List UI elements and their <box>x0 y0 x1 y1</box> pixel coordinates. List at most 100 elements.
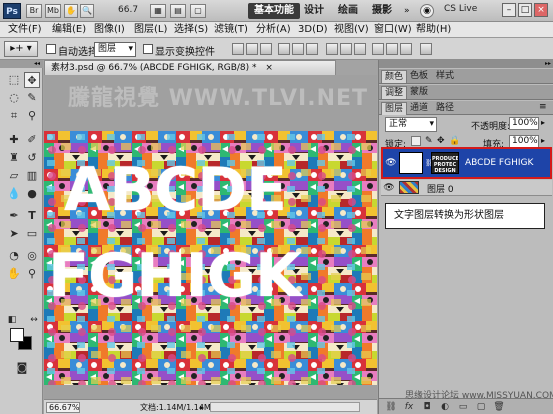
gradient-tool-icon[interactable]: ▥ <box>24 168 40 184</box>
tab-paths[interactable]: 路径 <box>433 102 457 115</box>
lock-all-icon[interactable]: 🔒 <box>449 136 460 146</box>
move-tool-icon[interactable]: ✥ <box>24 72 40 88</box>
close-window-icon[interactable]: × <box>534 3 548 17</box>
distribute-vcenter-icon[interactable] <box>340 43 352 55</box>
marquee-tool-icon[interactable]: ⬚ <box>6 72 22 88</box>
align-vcenter-icon[interactable] <box>246 43 258 55</box>
screen-mode-icon[interactable]: ▢ <box>190 4 206 18</box>
distribute-top-icon[interactable] <box>326 43 338 55</box>
minibridge-button[interactable]: Mb <box>45 4 61 18</box>
zoom-tool-icon[interactable]: 🔍 <box>80 4 94 18</box>
distribute-hcenter-icon[interactable] <box>386 43 398 55</box>
dock-collapse-icon[interactable]: ▸▸ <box>379 60 553 68</box>
blur-tool-icon[interactable]: 💧 <box>6 186 22 202</box>
type-tool-icon[interactable]: T <box>24 208 40 224</box>
document-canvas[interactable]: ABCDE FGHIGK <box>44 131 377 385</box>
lock-pixels-icon[interactable]: ✎ <box>425 136 433 146</box>
pen-tool-icon[interactable]: ✒ <box>6 208 22 224</box>
visibility-eye-icon[interactable]: 👁 <box>385 157 397 169</box>
opacity-input[interactable]: 100% <box>509 117 539 130</box>
layer-row-shape[interactable]: 👁 ⛓ PRODUCE PROTEC DESIGN ABCDE FGHIGK <box>381 147 552 179</box>
zoom-status[interactable]: 66.67% <box>46 402 80 413</box>
status-menu-icon[interactable]: ▸ <box>200 402 204 413</box>
menu-view[interactable]: 视图(V) <box>334 23 369 37</box>
3d-rotate-tool-icon[interactable]: ◔ <box>6 248 22 264</box>
horizontal-scrollbar[interactable] <box>210 402 360 412</box>
tab-masks[interactable]: 蒙版 <box>407 86 431 99</box>
workspace-painting[interactable]: 绘画 <box>332 3 364 19</box>
workspace-more-icon[interactable]: » <box>404 6 410 16</box>
link-layers-icon[interactable]: ⛓ <box>385 401 397 413</box>
align-hcenter-icon[interactable] <box>292 43 304 55</box>
minimize-icon[interactable]: – <box>502 3 516 17</box>
maximize-icon[interactable]: □ <box>518 3 532 17</box>
hand-tool-icon[interactable]: ✋ <box>64 4 78 18</box>
auto-align-icon[interactable] <box>420 43 432 55</box>
shape-tool-icon[interactable]: ▭ <box>24 226 40 242</box>
hand-tool-icon-2[interactable]: ✋ <box>6 266 22 282</box>
clone-stamp-tool-icon[interactable]: ♜ <box>6 150 22 166</box>
lock-position-icon[interactable]: ✥ <box>437 136 445 146</box>
align-bottom-icon[interactable] <box>260 43 272 55</box>
eraser-tool-icon[interactable]: ▱ <box>6 168 22 184</box>
document-tab[interactable]: 素材3.psd @ 66.7% (ABCDE FGHIGK, RGB/8) * … <box>44 60 336 75</box>
menu-filter[interactable]: 滤镜(T) <box>214 23 248 37</box>
arrange-documents-icon[interactable]: ▤ <box>170 4 186 18</box>
tool-preset-picker[interactable]: ▸+ ▾ <box>4 41 38 57</box>
zoom-tool-icon-2[interactable]: ⚲ <box>24 266 40 282</box>
eyedropper-tool-icon[interactable]: ⚲ <box>24 108 40 124</box>
distribute-right-icon[interactable] <box>400 43 412 55</box>
menu-analysis[interactable]: 分析(A) <box>256 23 291 37</box>
layer-row-bg[interactable]: 👁 图层 0 <box>381 180 552 196</box>
cs-live-icon[interactable]: ◉ <box>420 4 434 18</box>
distribute-left-icon[interactable] <box>372 43 384 55</box>
menu-layer[interactable]: 图层(L) <box>134 23 167 37</box>
workspace-essentials[interactable]: 基本功能 <box>248 3 300 19</box>
path-selection-tool-icon[interactable]: ➤ <box>6 226 22 242</box>
brush-tool-icon[interactable]: ✐ <box>24 132 40 148</box>
dodge-tool-icon[interactable]: ● <box>24 186 40 202</box>
visibility-eye-icon[interactable]: 👁 <box>383 182 395 194</box>
bridge-button[interactable]: Br <box>26 4 42 18</box>
menu-file[interactable]: 文件(F) <box>8 23 42 37</box>
menu-help[interactable]: 帮助(H) <box>416 23 451 37</box>
quick-select-tool-icon[interactable]: ✎ <box>24 90 40 106</box>
swap-colors-icon[interactable]: ↔ <box>26 312 42 328</box>
fill-slider-icon[interactable]: ▸ <box>541 136 545 145</box>
adjustment-layer-icon[interactable]: ◐ <box>439 401 451 413</box>
layer-style-icon[interactable]: fx <box>403 401 415 413</box>
auto-select-checkbox[interactable] <box>46 44 56 54</box>
add-mask-icon[interactable]: ◘ <box>421 401 433 413</box>
lock-transparent-icon[interactable] <box>411 136 421 146</box>
menu-3d[interactable]: 3D(D) <box>298 23 328 37</box>
zoom-level[interactable]: 66.7 <box>118 5 138 15</box>
workspace-photography[interactable]: 摄影 <box>366 3 398 19</box>
new-group-icon[interactable]: ▭ <box>457 401 469 413</box>
tab-layers[interactable]: 图层 <box>381 102 408 115</box>
view-extras-icon[interactable]: ▦ <box>150 4 166 18</box>
foreground-color-swatch[interactable] <box>10 328 24 342</box>
tab-styles[interactable]: 样式 <box>433 70 457 83</box>
cs-live-label[interactable]: CS Live <box>444 4 477 14</box>
tools-collapse-icon[interactable]: ◂◂ <box>0 60 43 68</box>
opacity-slider-icon[interactable]: ▸ <box>541 118 545 127</box>
align-left-icon[interactable] <box>278 43 290 55</box>
lasso-tool-icon[interactable]: ◌ <box>6 90 22 106</box>
align-right-icon[interactable] <box>306 43 318 55</box>
tab-adjustments[interactable]: 调整 <box>381 86 408 99</box>
blend-mode-select[interactable]: 正常 ▾ <box>385 117 437 132</box>
distribute-bottom-icon[interactable] <box>354 43 366 55</box>
menu-image[interactable]: 图像(I) <box>94 23 125 37</box>
menu-edit[interactable]: 编辑(E) <box>52 23 86 37</box>
auto-select-target-select[interactable]: 图层 ▾ <box>94 42 136 57</box>
healing-brush-tool-icon[interactable]: ✚ <box>6 132 22 148</box>
align-top-icon[interactable] <box>232 43 244 55</box>
delete-layer-icon[interactable]: 🗑 <box>493 401 505 413</box>
tab-swatches[interactable]: 色板 <box>407 70 431 83</box>
tab-color[interactable]: 颜色 <box>381 70 408 83</box>
tab-channels[interactable]: 通道 <box>407 102 431 115</box>
default-colors-icon[interactable]: ◧ <box>4 312 20 328</box>
workspace-design[interactable]: 设计 <box>298 3 330 19</box>
menu-window[interactable]: 窗口(W) <box>374 23 412 37</box>
close-tab-icon[interactable]: × <box>265 63 273 73</box>
